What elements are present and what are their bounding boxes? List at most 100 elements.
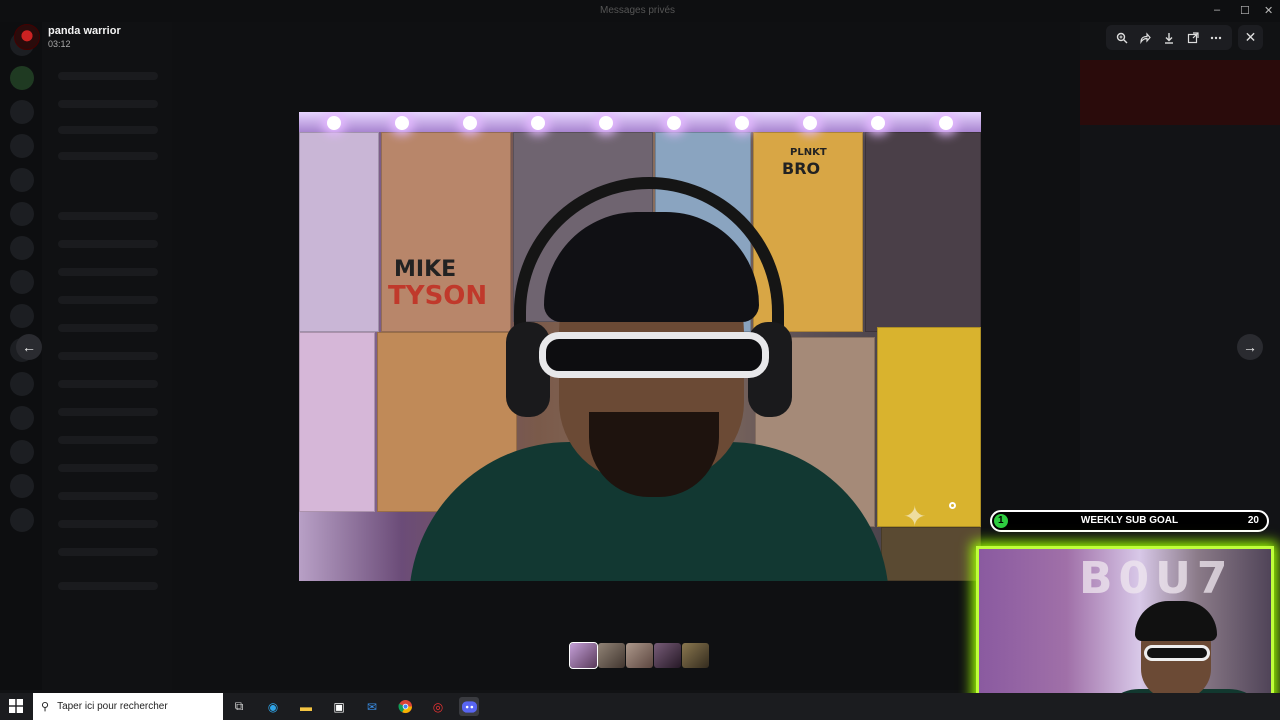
mike-tyson-poster: MIKE TYSON: [381, 132, 511, 332]
sub-goal-bar: 1 WEEKLY SUB GOAL 20: [990, 510, 1269, 532]
window-titlebar: Messages privés – ☐ ✕: [0, 0, 1280, 22]
recorder-icon[interactable]: ◎: [428, 697, 448, 716]
list-item[interactable]: [58, 296, 158, 304]
person-beard: [589, 412, 719, 497]
server-icon[interactable]: [10, 168, 34, 192]
media-image[interactable]: MIKE TYSON PLNKT BRO ✦: [299, 112, 981, 581]
discord-media-viewer: Messages privés – ☐ ✕ panda warrior 03:1…: [0, 0, 1280, 720]
list-item[interactable]: [58, 582, 158, 590]
server-icon[interactable]: [10, 236, 34, 260]
light-bulb: [599, 116, 613, 130]
author-name: panda warrior: [48, 25, 121, 37]
server-icon[interactable]: [10, 440, 34, 464]
minimize-icon[interactable]: –: [1214, 4, 1220, 16]
search-icon: ⚲: [41, 701, 50, 713]
store-icon[interactable]: ▣: [329, 697, 349, 716]
light-bulb: [463, 116, 477, 130]
more-icon[interactable]: [1206, 28, 1226, 48]
thumbnail[interactable]: [654, 643, 681, 668]
forward-icon[interactable]: [1135, 28, 1155, 48]
next-image-button[interactable]: →: [1237, 334, 1263, 360]
person: [506, 172, 792, 497]
poster-text: MIKE: [394, 257, 457, 282]
mail-icon[interactable]: ✉: [362, 697, 382, 716]
profile-banner: [1080, 60, 1280, 125]
webcam-overlay-text: B0U7: [1079, 553, 1234, 604]
sunglasses: [1144, 645, 1210, 661]
light-bulb: [327, 116, 341, 130]
list-item[interactable]: [58, 408, 158, 416]
list-item[interactable]: [58, 548, 158, 556]
light-bulb: [395, 116, 409, 130]
light-bulb: [803, 116, 817, 130]
poster-text: PLNKT: [790, 147, 827, 158]
thumbnail[interactable]: [598, 643, 625, 668]
search-placeholder: Taper ici pour rechercher: [57, 701, 168, 712]
poster-text: TYSON: [388, 281, 488, 311]
sparkle-icon: ✦: [903, 501, 927, 532]
thumbnail[interactable]: [682, 643, 709, 668]
list-item[interactable]: [58, 436, 158, 444]
rat-poster: [299, 132, 379, 332]
server-icon[interactable]: [10, 270, 34, 294]
maximize-icon[interactable]: ☐: [1240, 4, 1250, 17]
list-item[interactable]: [58, 380, 158, 388]
sunglasses: [539, 332, 769, 378]
list-item[interactable]: [58, 492, 158, 500]
list-item[interactable]: [58, 352, 158, 360]
media-author: panda warrior 03:12: [14, 24, 121, 50]
sub-goal-target: 20: [1247, 515, 1259, 526]
server-icon[interactable]: [10, 134, 34, 158]
poster-text: BRO: [782, 159, 821, 178]
avatar[interactable]: [14, 24, 40, 50]
close-viewer-button[interactable]: ✕: [1238, 25, 1263, 50]
close-icon: ✕: [1244, 29, 1257, 45]
server-icon[interactable]: [10, 372, 34, 396]
list-item[interactable]: [58, 324, 158, 332]
sub-goal-label: WEEKLY SUB GOAL: [1080, 515, 1179, 526]
list-item[interactable]: [58, 520, 158, 528]
window-close-icon[interactable]: ✕: [1264, 4, 1273, 17]
light-bulb: [939, 116, 953, 130]
windows-start-icon[interactable]: [9, 699, 23, 716]
server-icon[interactable]: [10, 202, 34, 226]
previous-image-button[interactable]: ←: [16, 334, 42, 360]
light-bulb: [531, 116, 545, 130]
zoom-icon[interactable]: [1112, 28, 1132, 48]
list-item[interactable]: [58, 100, 158, 108]
media-toolbar: [1106, 25, 1232, 50]
list-item[interactable]: [58, 126, 158, 134]
chrome-icon[interactable]: [395, 697, 415, 716]
edge-icon[interactable]: ◉: [263, 697, 283, 716]
open-external-icon[interactable]: [1183, 28, 1203, 48]
thumbnail[interactable]: [569, 642, 598, 669]
light-bulb: [735, 116, 749, 130]
discord-icon[interactable]: [459, 697, 479, 716]
file-explorer-icon[interactable]: ▬: [296, 697, 316, 716]
server-icon[interactable]: [10, 474, 34, 498]
list-item[interactable]: [58, 72, 158, 80]
server-icon[interactable]: [10, 100, 34, 124]
mona-lisa-poster: [881, 527, 981, 581]
cursor-dot: [949, 502, 956, 509]
profile-poster: [865, 132, 981, 332]
server-icon[interactable]: [10, 304, 34, 328]
server-icon[interactable]: [10, 406, 34, 430]
light-bulb: [871, 116, 885, 130]
windows-taskbar: ⚲ Taper ici pour rechercher ⧉ ◉ ▬ ▣ ✉ ◎: [0, 693, 1280, 720]
thumbnail-strip: [569, 642, 709, 669]
list-item[interactable]: [58, 464, 158, 472]
list-item[interactable]: [58, 152, 158, 160]
task-view-icon[interactable]: ⧉: [229, 697, 249, 716]
dm-list: [42, 22, 172, 690]
list-item[interactable]: [58, 240, 158, 248]
server-icon[interactable]: [10, 66, 34, 90]
list-item[interactable]: [58, 268, 158, 276]
list-item[interactable]: [58, 212, 158, 220]
taskbar-search-box[interactable]: ⚲ Taper ici pour rechercher: [33, 693, 223, 720]
server-icon[interactable]: [10, 508, 34, 532]
light-bulb: [667, 116, 681, 130]
download-icon[interactable]: [1159, 28, 1179, 48]
thumbnail[interactable]: [626, 643, 653, 668]
led-light-bar: [299, 112, 981, 132]
